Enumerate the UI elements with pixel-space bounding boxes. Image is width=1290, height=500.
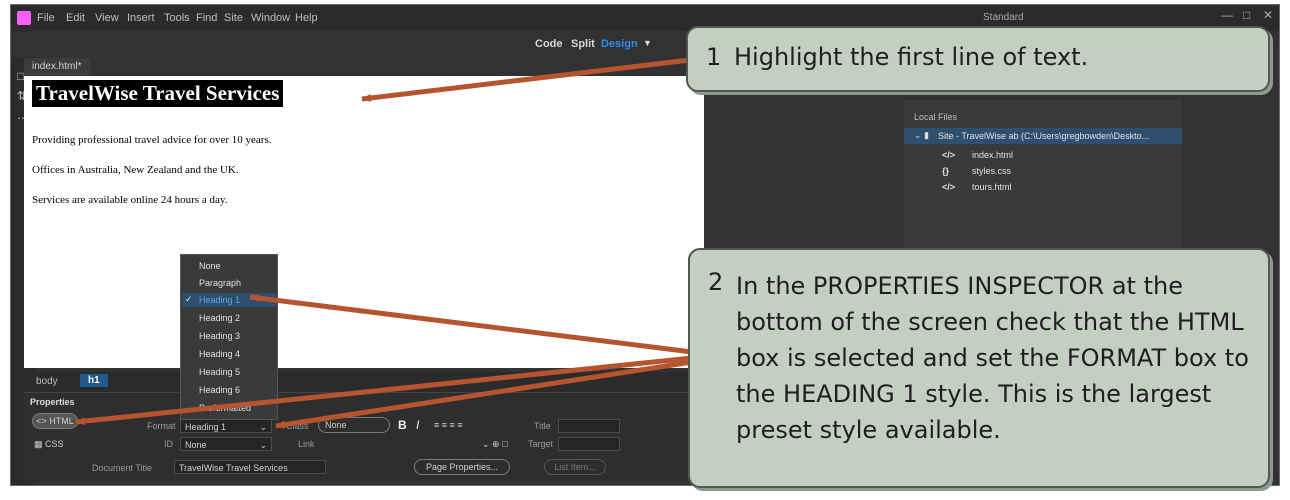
callout-text: In the PROPERTIES INSPECTOR at the botto… — [736, 272, 1249, 444]
instruction-callout-2: 2 In the PROPERTIES INSPECTOR at the bot… — [688, 248, 1270, 488]
callout-number: 2 — [708, 268, 724, 296]
arrow-to-heading — [361, 57, 691, 102]
instruction-callout-1: 1 Highlight the first line of text. — [686, 26, 1270, 92]
arrow-to-heading-1-option — [249, 294, 693, 355]
callout-text: Highlight the first line of text. — [734, 43, 1089, 71]
arrow-to-html-button — [75, 355, 693, 426]
callout-number: 1 — [706, 43, 722, 71]
